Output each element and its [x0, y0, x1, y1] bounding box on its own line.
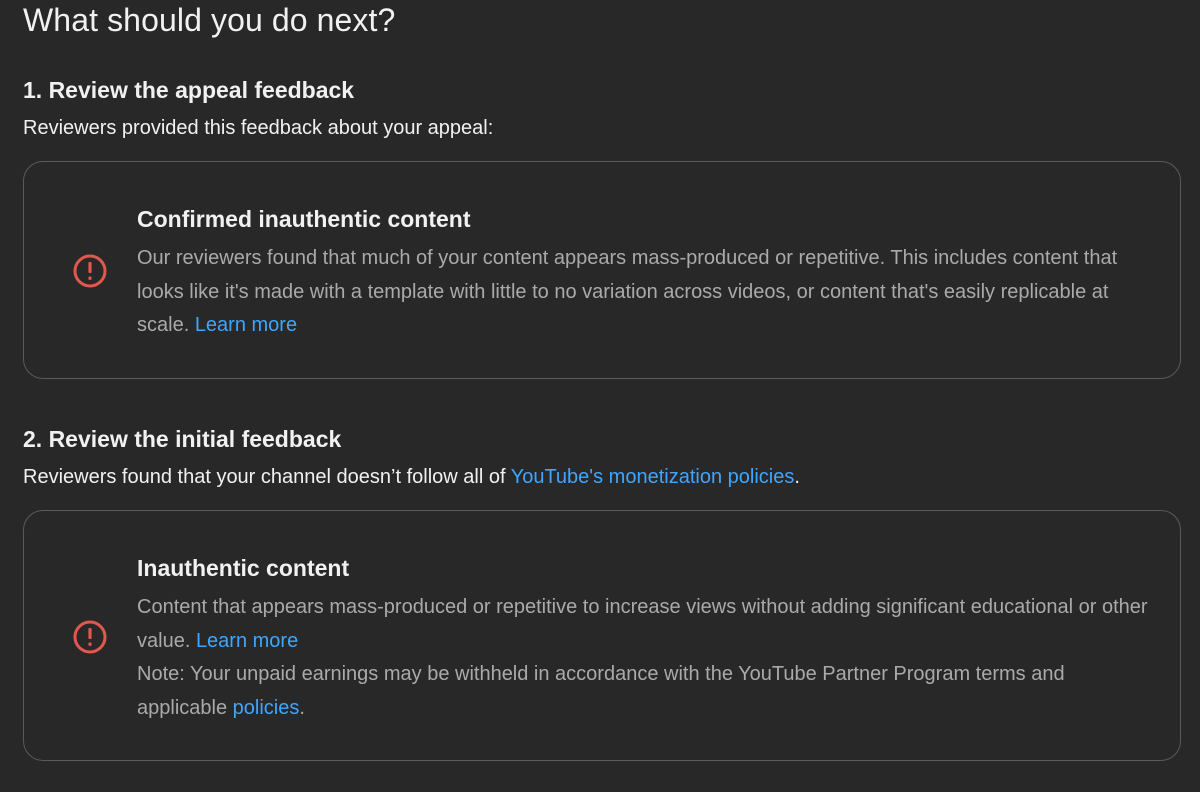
initial-feedback-card: Inauthentic content Content that appears… — [23, 510, 1181, 761]
appeal-feedback-card: Confirmed inauthentic content Our review… — [23, 161, 1181, 379]
initial-feedback-card-body: Inauthentic content Content that appears… — [137, 555, 1150, 725]
section-heading-appeal-feedback: 1. Review the appeal feedback — [23, 77, 355, 103]
section-description-initial-feedback: Reviewers found that your channel doesn’… — [23, 466, 800, 489]
section-heading-initial-feedback: 2. Review the initial feedback — [23, 426, 342, 452]
card-text-inauthentic: Content that appears mass-produced or re… — [137, 591, 1150, 725]
description-suffix: . — [794, 466, 800, 488]
appeal-feedback-card-body: Confirmed inauthentic content Our review… — [137, 206, 1150, 343]
note-suffix: . — [299, 696, 305, 719]
alert-circle-icon — [72, 619, 108, 655]
description-prefix: Reviewers found that your channel doesn’… — [23, 466, 506, 488]
page: What should you do next? 1. Review the a… — [0, 0, 1200, 792]
learn-more-link[interactable]: Learn more — [195, 314, 297, 336]
monetization-policies-link[interactable]: YouTube's monetization policies — [511, 466, 795, 488]
policies-link[interactable]: policies — [233, 697, 300, 719]
card-title-inauthentic: Inauthentic content — [137, 555, 350, 581]
section-description-appeal-feedback: Reviewers provided this feedback about y… — [23, 117, 494, 139]
learn-more-link[interactable]: Learn more — [196, 630, 298, 652]
alert-circle-icon — [72, 253, 108, 289]
card-title-confirmed-inauthentic: Confirmed inauthentic content — [137, 206, 471, 232]
card-text-confirmed-inauthentic: Our reviewers found that much of your co… — [137, 242, 1150, 343]
page-title: What should you do next? — [23, 2, 396, 38]
